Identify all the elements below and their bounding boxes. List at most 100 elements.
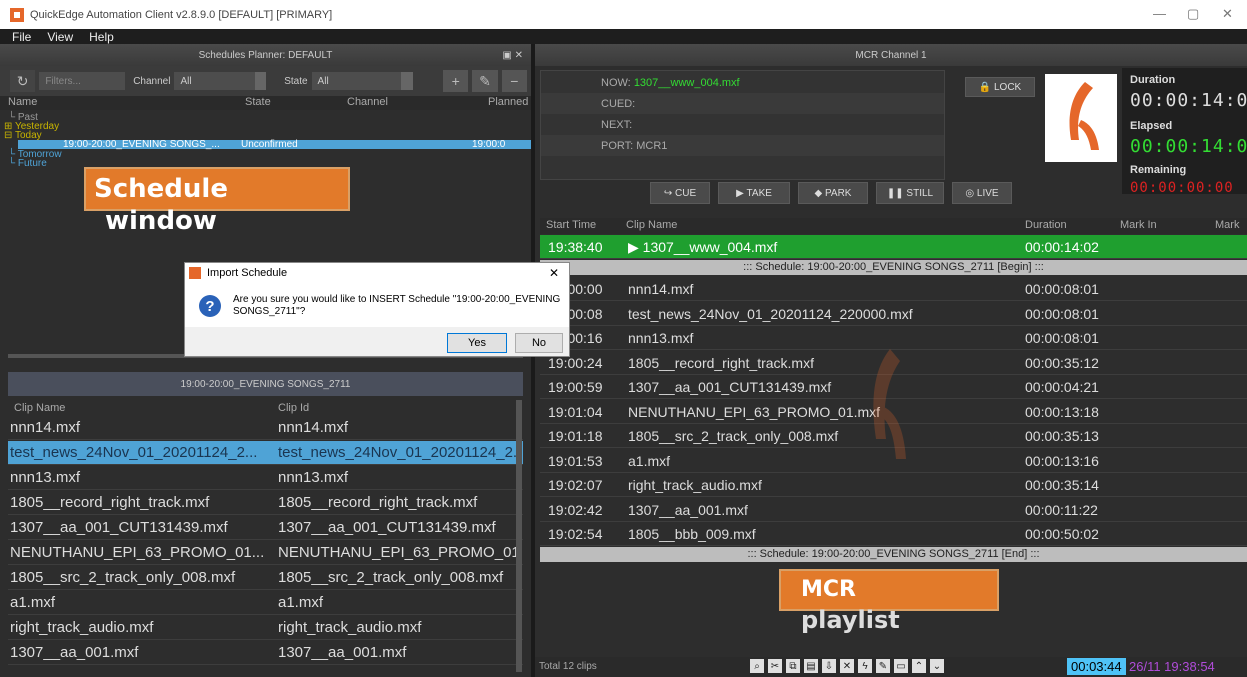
- table-row[interactable]: 1805__record_right_track.mxf 1805__record…: [8, 491, 523, 515]
- playlist-cell-time: 19:02:54: [548, 526, 603, 542]
- playlist-cell-time: 19:01:18: [548, 428, 603, 444]
- playlist-cell-clip: a1.mxf: [628, 452, 671, 469]
- delete-icon[interactable]: ✕: [840, 659, 854, 673]
- col-mark-in[interactable]: Mark In: [1120, 219, 1157, 231]
- still-button[interactable]: ❚❚ STILL: [876, 182, 944, 204]
- playlist-cell-duration: 00:00:50:02: [1025, 526, 1099, 542]
- playlist-cell-duration: 00:00:08:01: [1025, 305, 1099, 322]
- table-row[interactable]: right_track_audio.mxf right_track_audio.m…: [8, 616, 523, 640]
- playlist-cell-duration: 00:00:13:16: [1025, 452, 1099, 469]
- cue-button[interactable]: ↪ CUE: [650, 182, 710, 204]
- paste-icon[interactable]: ▤: [804, 659, 818, 673]
- k-logo-icon: [1069, 82, 1099, 150]
- document-icon[interactable]: ▭: [894, 659, 908, 673]
- playlist-cell-time: 19:01:04: [548, 403, 603, 420]
- import-schedule-dialog: Import Schedule ✕ ? Are you sure you wou…: [184, 262, 570, 357]
- table-row[interactable]: 1805__src_2_track_only_008.mxf 1805__src_…: [8, 566, 523, 590]
- table-row[interactable]: NENUTHANU_EPI_63_PROMO_01... NENUTHANU_EP…: [8, 541, 523, 565]
- playlist-row[interactable]: 19:00:16 nnn13.mxf 00:00:08:01: [540, 326, 1247, 350]
- col-state[interactable]: State: [245, 96, 271, 108]
- playlist-row[interactable]: 19:00:00 nnn14.mxf 00:00:08:01: [540, 277, 1247, 301]
- clip-table-scrollbar[interactable]: [516, 400, 522, 672]
- remaining-label: Remaining: [1130, 164, 1187, 176]
- playlist-row[interactable]: 19:02:54 1805__bbb_009.mxf 00:00:50:02: [540, 522, 1247, 546]
- schedule-detail-header: 19:00-20:00_EVENING SONGS_2711: [8, 372, 523, 396]
- playlist-row[interactable]: 19:02:42 1307__aa_001.mxf 00:00:11:22: [540, 498, 1247, 522]
- mcr-channel-header: MCR Channel 1: [535, 44, 1247, 66]
- duration-value: 00:00:14:02: [1130, 90, 1247, 111]
- playlist-row[interactable]: 19:00:08 test_news_24Nov_01_20201124_2200…: [540, 302, 1247, 326]
- dialog-close-button[interactable]: ✕: [549, 266, 559, 280]
- no-button[interactable]: No: [515, 333, 563, 353]
- playlist-row-playing[interactable]: 19:38:40 ▶ 1307__www_004.mxf 00:00:14:02: [540, 235, 1247, 259]
- search-icon[interactable]: ⌕: [750, 659, 764, 673]
- panel-pin-close-icons[interactable]: ▣ ✕: [502, 50, 523, 61]
- playlist-cell-clip: NENUTHANU_EPI_63_PROMO_01.mxf: [628, 403, 881, 420]
- playlist-row[interactable]: 19:02:07 right_track_audio.mxf 00:00:35:14: [540, 473, 1247, 497]
- cued-row: CUED:: [541, 93, 944, 114]
- now-row: NOW: 1307__www_004.mxf: [601, 76, 740, 89]
- add-schedule-icon[interactable]: +: [443, 70, 469, 92]
- col-name[interactable]: Name: [8, 96, 37, 108]
- edit-schedule-icon[interactable]: ✎: [472, 70, 498, 92]
- park-button[interactable]: ◆ PARK: [798, 182, 868, 204]
- schedules-planner-header: Schedules Planner: DEFAULT ▣ ✕: [0, 44, 531, 66]
- channel-dropdown-icon[interactable]: [254, 72, 267, 90]
- refresh-icon[interactable]: ↻: [10, 70, 36, 92]
- insert-icon[interactable]: ⇩: [822, 659, 836, 673]
- flash-icon[interactable]: ϟ: [858, 659, 872, 673]
- minimize-button[interactable]: —: [1153, 6, 1166, 21]
- menu-help[interactable]: Help: [89, 30, 114, 44]
- yes-button[interactable]: Yes: [447, 333, 507, 353]
- playlist-cell-duration: 00:00:08:01: [1025, 330, 1099, 346]
- move-up-icon[interactable]: ⌃: [912, 659, 926, 673]
- tree-item-future[interactable]: └ Future: [8, 159, 47, 169]
- col-planned[interactable]: Planned: [488, 96, 528, 108]
- table-row[interactable]: 1307__aa_001.mxf 1307__aa_001.mxf: [8, 641, 523, 665]
- col-channel[interactable]: Channel: [347, 96, 388, 108]
- playlist-cell-time: 19:00:59: [548, 379, 603, 395]
- table-row-selected[interactable]: test_news_24Nov_01_20201124_2... test_new…: [8, 441, 523, 465]
- channel-label: Channel: [133, 75, 171, 87]
- total-time: 00:03:44: [1067, 658, 1126, 675]
- live-button[interactable]: ◎ LIVE: [952, 182, 1012, 204]
- menu-view[interactable]: View: [47, 30, 73, 44]
- schedule-end-separator: ::: Schedule: 19:00-20:00_EVENING SONGS_…: [540, 547, 1247, 562]
- lock-button[interactable]: 🔒 LOCK: [965, 77, 1035, 97]
- col-clip-name[interactable]: Clip Name: [14, 402, 65, 414]
- take-button[interactable]: ▶ TAKE: [718, 182, 790, 204]
- state-dropdown-icon[interactable]: [401, 72, 414, 90]
- playlist-cell-time: 19:02:07: [548, 477, 603, 493]
- col-duration[interactable]: Duration: [1025, 219, 1067, 231]
- playlist-cell-duration: 00:00:35:12: [1025, 354, 1099, 371]
- filters-input[interactable]: Filters...: [39, 72, 126, 90]
- copy-icon[interactable]: ⧉: [786, 659, 800, 673]
- playlist-cell-time: 19:01:53: [548, 452, 603, 469]
- total-clips: Total 12 clips: [539, 661, 597, 672]
- table-row[interactable]: nnn13.mxf nnn13.mxf: [8, 466, 523, 490]
- table-row[interactable]: nnn14.mxf nnn14.mxf: [8, 416, 523, 440]
- edit-icon[interactable]: ✎: [876, 659, 890, 673]
- mcr-playlist-callout: MCR: [779, 569, 999, 611]
- state-label: State: [284, 75, 308, 87]
- restore-button[interactable]: ▢: [1187, 6, 1199, 22]
- playlist-cell-duration: 00:00:35:14: [1025, 477, 1099, 493]
- tree-item-evening-songs[interactable]: 19:00-20:00_EVENING SONGS_... Unconfirme…: [18, 140, 531, 150]
- app-logo-icon: [10, 7, 24, 22]
- col-mark[interactable]: Mark: [1215, 219, 1239, 231]
- col-clip-name[interactable]: Clip Name: [626, 219, 677, 231]
- menu-file[interactable]: File: [12, 30, 31, 44]
- state-select[interactable]: All: [311, 72, 402, 90]
- move-down-icon[interactable]: ⌄: [930, 659, 944, 673]
- playlist-cell-duration: 00:00:35:13: [1025, 428, 1099, 444]
- tree-item-today[interactable]: ⊟ Today: [4, 131, 42, 141]
- col-start-time[interactable]: Start Time: [546, 219, 596, 231]
- channel-select[interactable]: All: [174, 72, 255, 90]
- close-button[interactable]: ✕: [1222, 6, 1233, 22]
- col-clip-id[interactable]: Clip Id: [278, 402, 309, 414]
- remove-schedule-icon[interactable]: −: [501, 70, 527, 92]
- window-title: QuickEdge Automation Client v2.8.9.0 [DE…: [30, 8, 333, 21]
- table-row[interactable]: a1.mxf a1.mxf: [8, 591, 523, 615]
- table-row[interactable]: 1307__aa_001_CUT131439.mxf 1307__aa_001_C…: [8, 516, 523, 540]
- cut-icon[interactable]: ✂: [768, 659, 782, 673]
